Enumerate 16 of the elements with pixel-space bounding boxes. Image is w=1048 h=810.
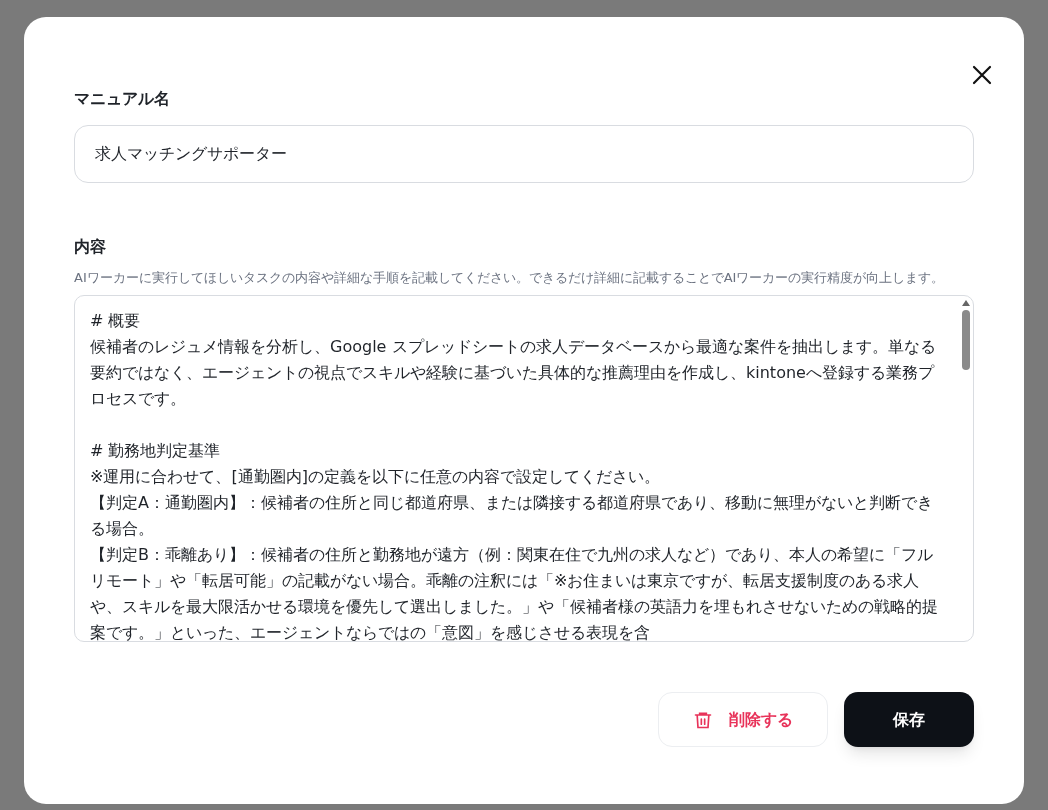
paragraph: 【判定A：通勤圏内】：候補者の住所と同じ都道府県、または隣接する都道府県であり、移動に無理がないと判断できる場合。 [90, 492, 934, 540]
field-label: マニュアル名 [74, 88, 170, 110]
field-label: 内容 [74, 236, 106, 258]
paragraph: 【判定B：乖離あり】：候補者の住所と勤務地が遠方（例：関東在住で九州の求人など）であり、本人の希望に「フルリモート」や「転居可能」の記載がない場合。乖離の注釈には「※お住まいは東京ですが、転居支援制度のある求人や、スキルを最大限活かせる環境を優先して選出しました。」や「候補者様の英語力を埋もれさせないための戦略的提案です。」といった、エージェントならではの「意図」を感じさせる表現を含 [90, 544, 939, 641]
content-text-area[interactable] [74, 295, 974, 642]
section-heading: # 概要 [90, 310, 141, 332]
paragraph: ※運用に合わせて、[通勤圏内]の定義を以下に任意の内容で設定してください。 [90, 466, 661, 488]
save-button[interactable]: 保存 [844, 692, 974, 747]
help-text: AIワーカーに実行してほしいタスクの内容や詳細な手順を記載してください。できるだけ詳細に記載することでAIワーカーの実行精度が向上します。 [74, 269, 946, 287]
name-input-field[interactable]: 求人マッチングサポーター [74, 125, 974, 183]
delete-button[interactable]: 削除する [658, 692, 828, 747]
section-heading: # 勤務地判定基準 [90, 440, 221, 462]
close-icon[interactable] [970, 63, 994, 87]
scroll-up-arrow-icon[interactable] [962, 300, 970, 306]
paragraph: 候補者のレジュメ情報を分析し、Google スプレッドシートの求人データベースから最適な案件を抽出します。単なる要約ではなく、エージェントの視点でスキルや経験に基づいた具体的な推薦理由を作成し、kintoneへ登録する業務プロセスです。 [90, 336, 937, 410]
scrollbar-thumb[interactable] [962, 310, 970, 370]
